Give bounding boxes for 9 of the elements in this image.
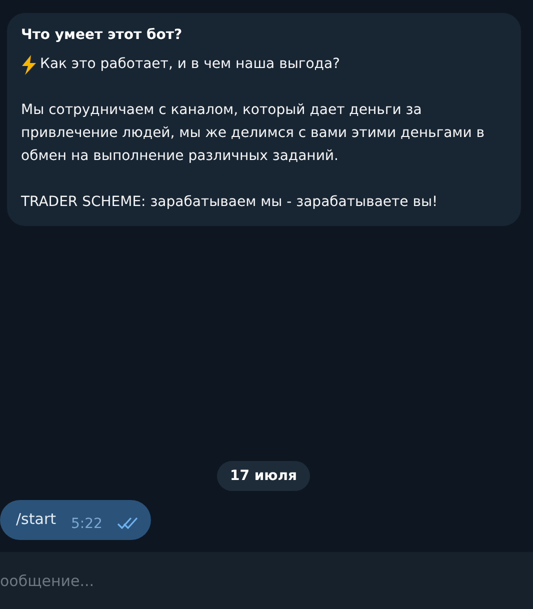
bot-info-text: Мы сотрудничаем с каналом, который дает деньги за привлечение людей, мы же делимся с вами этими деньгами в обмен на выполнение различных заданий.	[21, 101, 486, 166]
lightning-icon	[21, 55, 37, 75]
bot-info-text: Как это работает, и в чем наша выгода?	[40, 55, 340, 74]
bot-info-title: Что умеет этот бот?	[21, 26, 184, 45]
bot-info-text: TRADER SCHEME: зарабатываем мы - зарабатываете вы!	[21, 193, 438, 212]
date-badge: 17 июля	[216, 461, 310, 491]
message-text: /start	[16, 510, 56, 528]
message-time: 5:22	[71, 516, 102, 532]
message-input[interactable]: ообщение...	[0, 552, 533, 609]
